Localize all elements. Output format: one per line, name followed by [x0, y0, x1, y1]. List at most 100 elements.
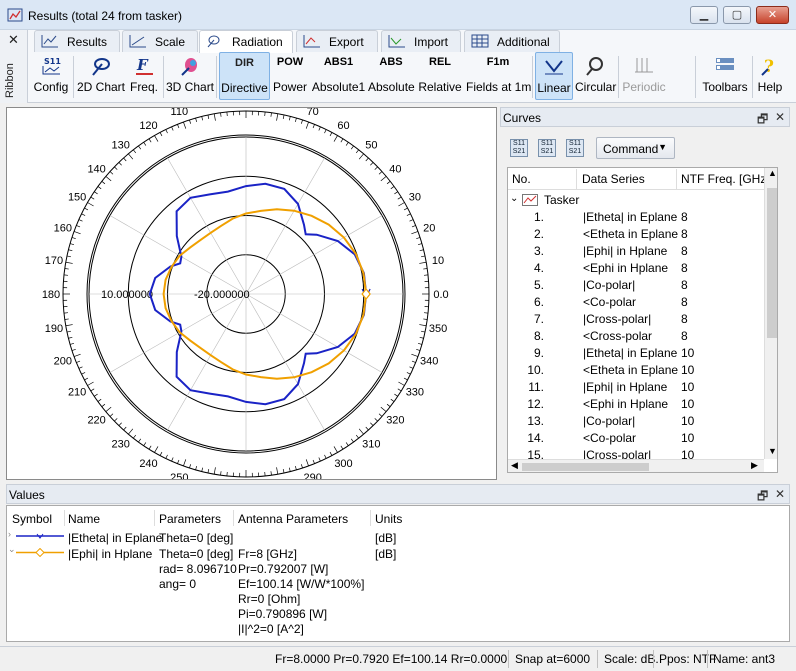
radial-tick-label: 10.000000	[101, 289, 153, 301]
curve-row[interactable]: 3. |Ephi| in Hplane 8	[508, 243, 764, 260]
value-row-units: [dB]	[375, 547, 397, 561]
polar-tick	[87, 202, 94, 207]
tab-additional[interactable]: Additional	[464, 30, 560, 52]
curve-row[interactable]: 7. |Cross-polar| 8	[508, 311, 764, 328]
curve-row[interactable]: 1. |Etheta| in Eplane 8	[508, 209, 764, 226]
scale-icon	[129, 35, 146, 48]
circular-button[interactable]: Circular	[575, 52, 616, 100]
curve-row[interactable]: 9. |Etheta| in Eplane 10	[508, 345, 764, 362]
curve-row[interactable]: 5. |Co-polar| 8	[508, 277, 764, 294]
curve-row[interactable]: 10. <Etheta in Eplane 10	[508, 362, 764, 379]
tab-results[interactable]: Results	[34, 30, 120, 52]
polar-tick	[365, 157, 369, 162]
chevron-down-icon[interactable]: ⌄	[510, 193, 518, 204]
polar-tick	[159, 132, 163, 137]
close-panel-icon[interactable]: ✕	[775, 487, 785, 501]
chart3d-button[interactable]: 3D Chart	[166, 52, 214, 100]
polar-chart-panel[interactable]: 0.01020304050607080901001101201301401501…	[6, 107, 497, 480]
scroll-left-icon[interactable]: ◀	[511, 460, 518, 471]
help-button[interactable]: ? Help	[755, 52, 785, 100]
toolbars-button[interactable]: Toolbars	[700, 52, 750, 100]
scroll-down-icon[interactable]: ▼	[768, 446, 777, 456]
s-params-tool-1[interactable]: S11 S21	[510, 139, 528, 157]
curve-row[interactable]: 2. <Etheta in Eplane 8	[508, 226, 764, 243]
value-row-param: Theta=0 [deg]	[159, 531, 234, 545]
s-params-tool-3[interactable]: S11 S21	[566, 139, 584, 157]
curve-row[interactable]: 6. <Co-polar 8	[508, 294, 764, 311]
fields-label: Fields at 1m	[466, 80, 532, 94]
linear-button[interactable]: Linear	[535, 52, 573, 100]
tab-radiation[interactable]: Radiation	[199, 30, 293, 53]
freq-button[interactable]: F Freq.	[128, 52, 160, 100]
close-panel-icon[interactable]: ✕	[775, 110, 785, 124]
polar-tick	[411, 360, 416, 363]
horizontal-scroll-thumb[interactable]	[522, 463, 649, 471]
curve-row[interactable]: 13. |Co-polar| 10	[508, 413, 764, 430]
minimize-button[interactable]: ▁	[690, 6, 718, 24]
curve-row-number: 9.	[533, 346, 544, 360]
curve-row[interactable]: 8. <Cross-polar 8	[508, 328, 764, 345]
tab-scale-label: Scale	[155, 35, 186, 49]
periodic-icon	[635, 58, 653, 73]
absolute1-button[interactable]: ABS1 Absolute1	[311, 52, 366, 100]
ribbon-separator	[163, 56, 164, 98]
polar-chart[interactable]: 0.01020304050607080901001101201301401501…	[7, 108, 496, 479]
periodic-button[interactable]: Periodic	[621, 52, 667, 100]
tree-group-tasker[interactable]: ⌄ Tasker	[508, 192, 764, 209]
curve-row[interactable]: 14. <Co-polar 10	[508, 430, 764, 447]
polar-tick	[419, 324, 427, 327]
curve-row-number: 4.	[533, 261, 544, 275]
relative-button[interactable]: REL Relative	[416, 52, 464, 100]
curve-row[interactable]: 12. <Ephi in Hplane 10	[508, 396, 764, 413]
ribbon-separator	[618, 56, 619, 98]
chevron-right-icon[interactable]: ›	[8, 529, 11, 539]
absolute-button[interactable]: ABS Absolute	[368, 52, 415, 100]
polar-tick	[165, 129, 168, 134]
curve-row-freq: 8	[681, 261, 688, 275]
curve-row[interactable]: 11. |Ephi| in Hplane 10	[508, 379, 764, 396]
col-ntf-freq[interactable]: NTF Freq. [GHz]	[681, 172, 770, 186]
directive-button[interactable]: DIR Directive	[219, 52, 270, 100]
ribbon-close-icon[interactable]: ✕	[8, 32, 19, 48]
curve-row-series: |Co-polar|	[583, 278, 636, 292]
radiation-icon	[207, 35, 220, 48]
maximize-button[interactable]: ▢	[723, 6, 751, 24]
curves-table-header: No. Data Series NTF Freq. [GHz]	[508, 168, 770, 190]
curves-tree[interactable]: No. Data Series NTF Freq. [GHz] ⌄ Tasker…	[507, 167, 778, 473]
close-button[interactable]: ✕	[756, 6, 789, 24]
tab-export-label: Export	[329, 35, 364, 49]
polar-tick	[109, 171, 114, 175]
status-bar: Fr=8.0000 Pr=0.7920 Ef=100.14 Rr=0.0000 …	[0, 646, 796, 671]
ribbon-separator	[752, 56, 753, 98]
vertical-scroll-thumb[interactable]	[767, 188, 777, 338]
chevron-down-icon[interactable]: ⌄	[8, 544, 16, 555]
col-antenna-parameters: Antenna Parameters	[238, 512, 349, 526]
curve-row[interactable]: 4. <Ephi in Hplane 8	[508, 260, 764, 277]
tab-scale[interactable]: Scale	[122, 30, 198, 52]
command-dropdown[interactable]: Command ▼	[596, 137, 675, 159]
tab-export[interactable]: Export	[296, 30, 378, 52]
col-no[interactable]: No.	[512, 172, 531, 186]
curve-row-number: 12.	[527, 397, 544, 411]
fields-button[interactable]: F1m Fields at 1m	[466, 52, 532, 100]
curve-row-number: 10.	[527, 363, 544, 377]
column-divider	[676, 169, 677, 189]
scroll-up-icon[interactable]: ▲	[768, 168, 777, 178]
scroll-right-icon[interactable]: ▶	[751, 460, 758, 471]
s-params-tool-2[interactable]: S11 S21	[538, 139, 556, 157]
vertical-scrollbar[interactable]: ▲ ▼	[764, 168, 777, 459]
config-button[interactable]: S11 Config	[32, 52, 70, 100]
window-title: Results (total 24 from tasker)	[28, 9, 183, 23]
polar-tick	[333, 446, 338, 453]
float-panel-icon[interactable]: 🗗	[757, 110, 768, 131]
chart2d-button[interactable]: 2D Chart	[76, 52, 126, 100]
col-data-series[interactable]: Data Series	[582, 172, 645, 186]
polar-tick	[340, 138, 344, 143]
polar-tick	[350, 438, 354, 443]
tab-import[interactable]: Import	[381, 30, 461, 52]
ribbon: Results Scale Radiation Export Import Ad…	[0, 30, 796, 103]
polar-tick	[101, 403, 106, 407]
horizontal-scrollbar[interactable]: ◀ ▶	[508, 459, 764, 472]
ribbon-separator	[73, 56, 74, 98]
power-button[interactable]: POW Power	[271, 52, 309, 100]
